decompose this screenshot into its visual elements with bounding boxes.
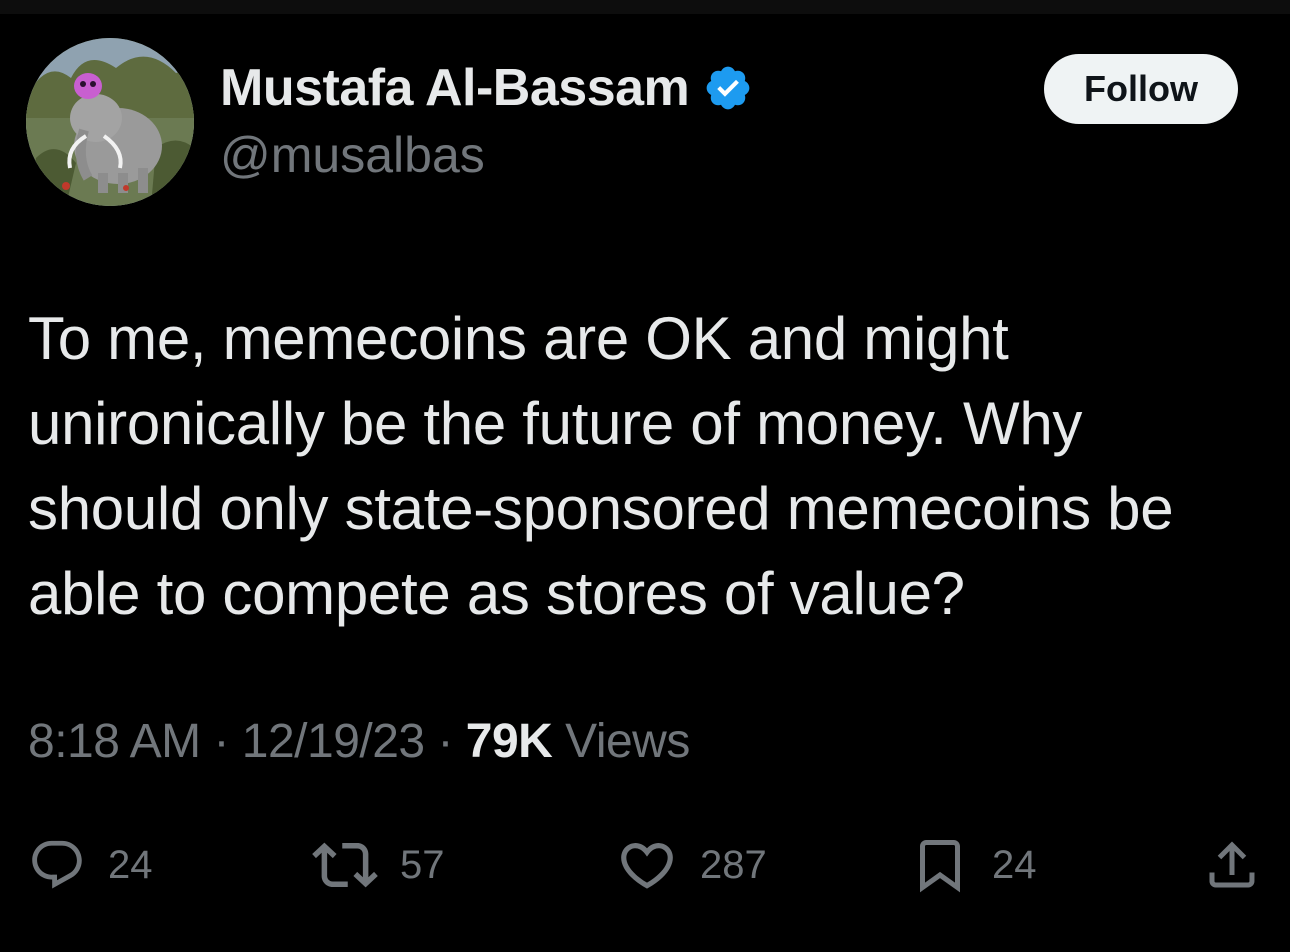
retweet-count: 57 — [400, 842, 445, 887]
author-name-row[interactable]: Mustafa Al-Bassam — [220, 58, 753, 118]
action-bar: 24 57 287 24 — [0, 830, 1290, 900]
reply-button[interactable]: 24 — [28, 830, 153, 900]
share-icon — [1209, 841, 1255, 888]
tweet-meta: 8:18 AM · 12/19/23 · 79K Views — [28, 714, 690, 769]
bookmark-count: 24 — [992, 842, 1037, 887]
like-button[interactable]: 287 — [616, 830, 767, 900]
avatar[interactable] — [26, 38, 194, 206]
bookmark-button[interactable]: 24 — [910, 830, 1037, 900]
follow-button[interactable]: Follow — [1044, 54, 1238, 124]
bookmark-icon — [920, 840, 960, 893]
heart-icon — [621, 843, 673, 889]
reply-icon — [32, 840, 82, 889]
author-display-name[interactable]: Mustafa Al-Bassam — [220, 58, 690, 118]
views-label: Views — [552, 715, 690, 768]
meta-separator: · — [200, 715, 242, 768]
views-count: 79K — [465, 715, 553, 768]
status-bar-strip — [0, 0, 1290, 14]
author-handle[interactable]: @musalbas — [220, 126, 485, 184]
tweet-text: To me, memecoins are OK and might uniron… — [28, 305, 1174, 627]
share-button[interactable] — [1202, 830, 1262, 900]
tweet-time[interactable]: 8:18 AM — [28, 715, 201, 768]
avatar-image-icon — [26, 38, 194, 206]
retweet-button[interactable]: 57 — [312, 830, 445, 900]
like-count: 287 — [700, 842, 767, 887]
retweet-icon — [312, 842, 378, 888]
tweet-date[interactable]: 12/19/23 — [242, 715, 425, 768]
meta-separator: · — [424, 715, 466, 768]
verified-badge-icon[interactable] — [703, 63, 753, 113]
reply-count: 24 — [108, 842, 153, 887]
